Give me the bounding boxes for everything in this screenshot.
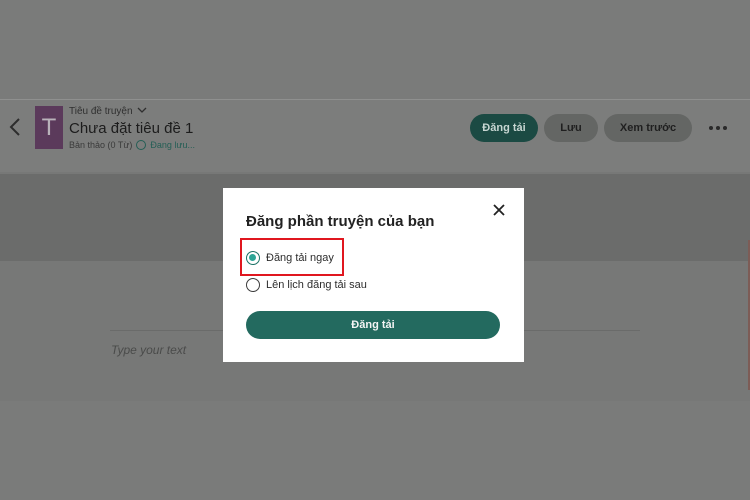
close-icon[interactable] xyxy=(491,202,507,218)
dialog-publish-button[interactable]: Đăng tải xyxy=(246,311,500,339)
saving-spinner-icon xyxy=(136,140,147,150)
schedule-later-label: Lên lịch đăng tải sau xyxy=(266,279,367,291)
highlight-annotation xyxy=(240,238,344,276)
story-title-dropdown[interactable]: Tiêu đề truyện xyxy=(69,106,147,117)
word-count-text: Bản thảo (0 Từ) xyxy=(69,140,133,150)
top-toolbar: T Tiêu đề truyện Chưa đặt tiêu đề 1 Bản … xyxy=(0,100,750,172)
publish-button[interactable]: Đăng tải xyxy=(470,114,538,142)
editor-text-area[interactable]: Type your text xyxy=(111,343,186,357)
saving-text: Đang lưu... xyxy=(150,140,195,150)
dialog-title: Đăng phần truyện của bạn xyxy=(246,213,435,230)
chevron-down-icon xyxy=(137,106,147,117)
schedule-later-option[interactable]: Lên lịch đăng tải sau xyxy=(246,276,367,294)
cover-letter: T xyxy=(41,114,57,141)
radio-unselected-icon[interactable] xyxy=(246,278,260,292)
save-button[interactable]: Lưu xyxy=(544,114,598,142)
draft-status: Bản thảo (0 Từ) Đang lưu... xyxy=(69,140,195,150)
story-cover[interactable]: T xyxy=(35,106,63,149)
story-title-label: Tiêu đề truyện xyxy=(69,106,133,117)
back-chevron-icon[interactable] xyxy=(8,116,28,138)
part-title: Chưa đặt tiêu đề 1 xyxy=(69,120,194,137)
more-options-icon[interactable] xyxy=(707,118,729,138)
preview-button[interactable]: Xem trước xyxy=(604,114,692,142)
